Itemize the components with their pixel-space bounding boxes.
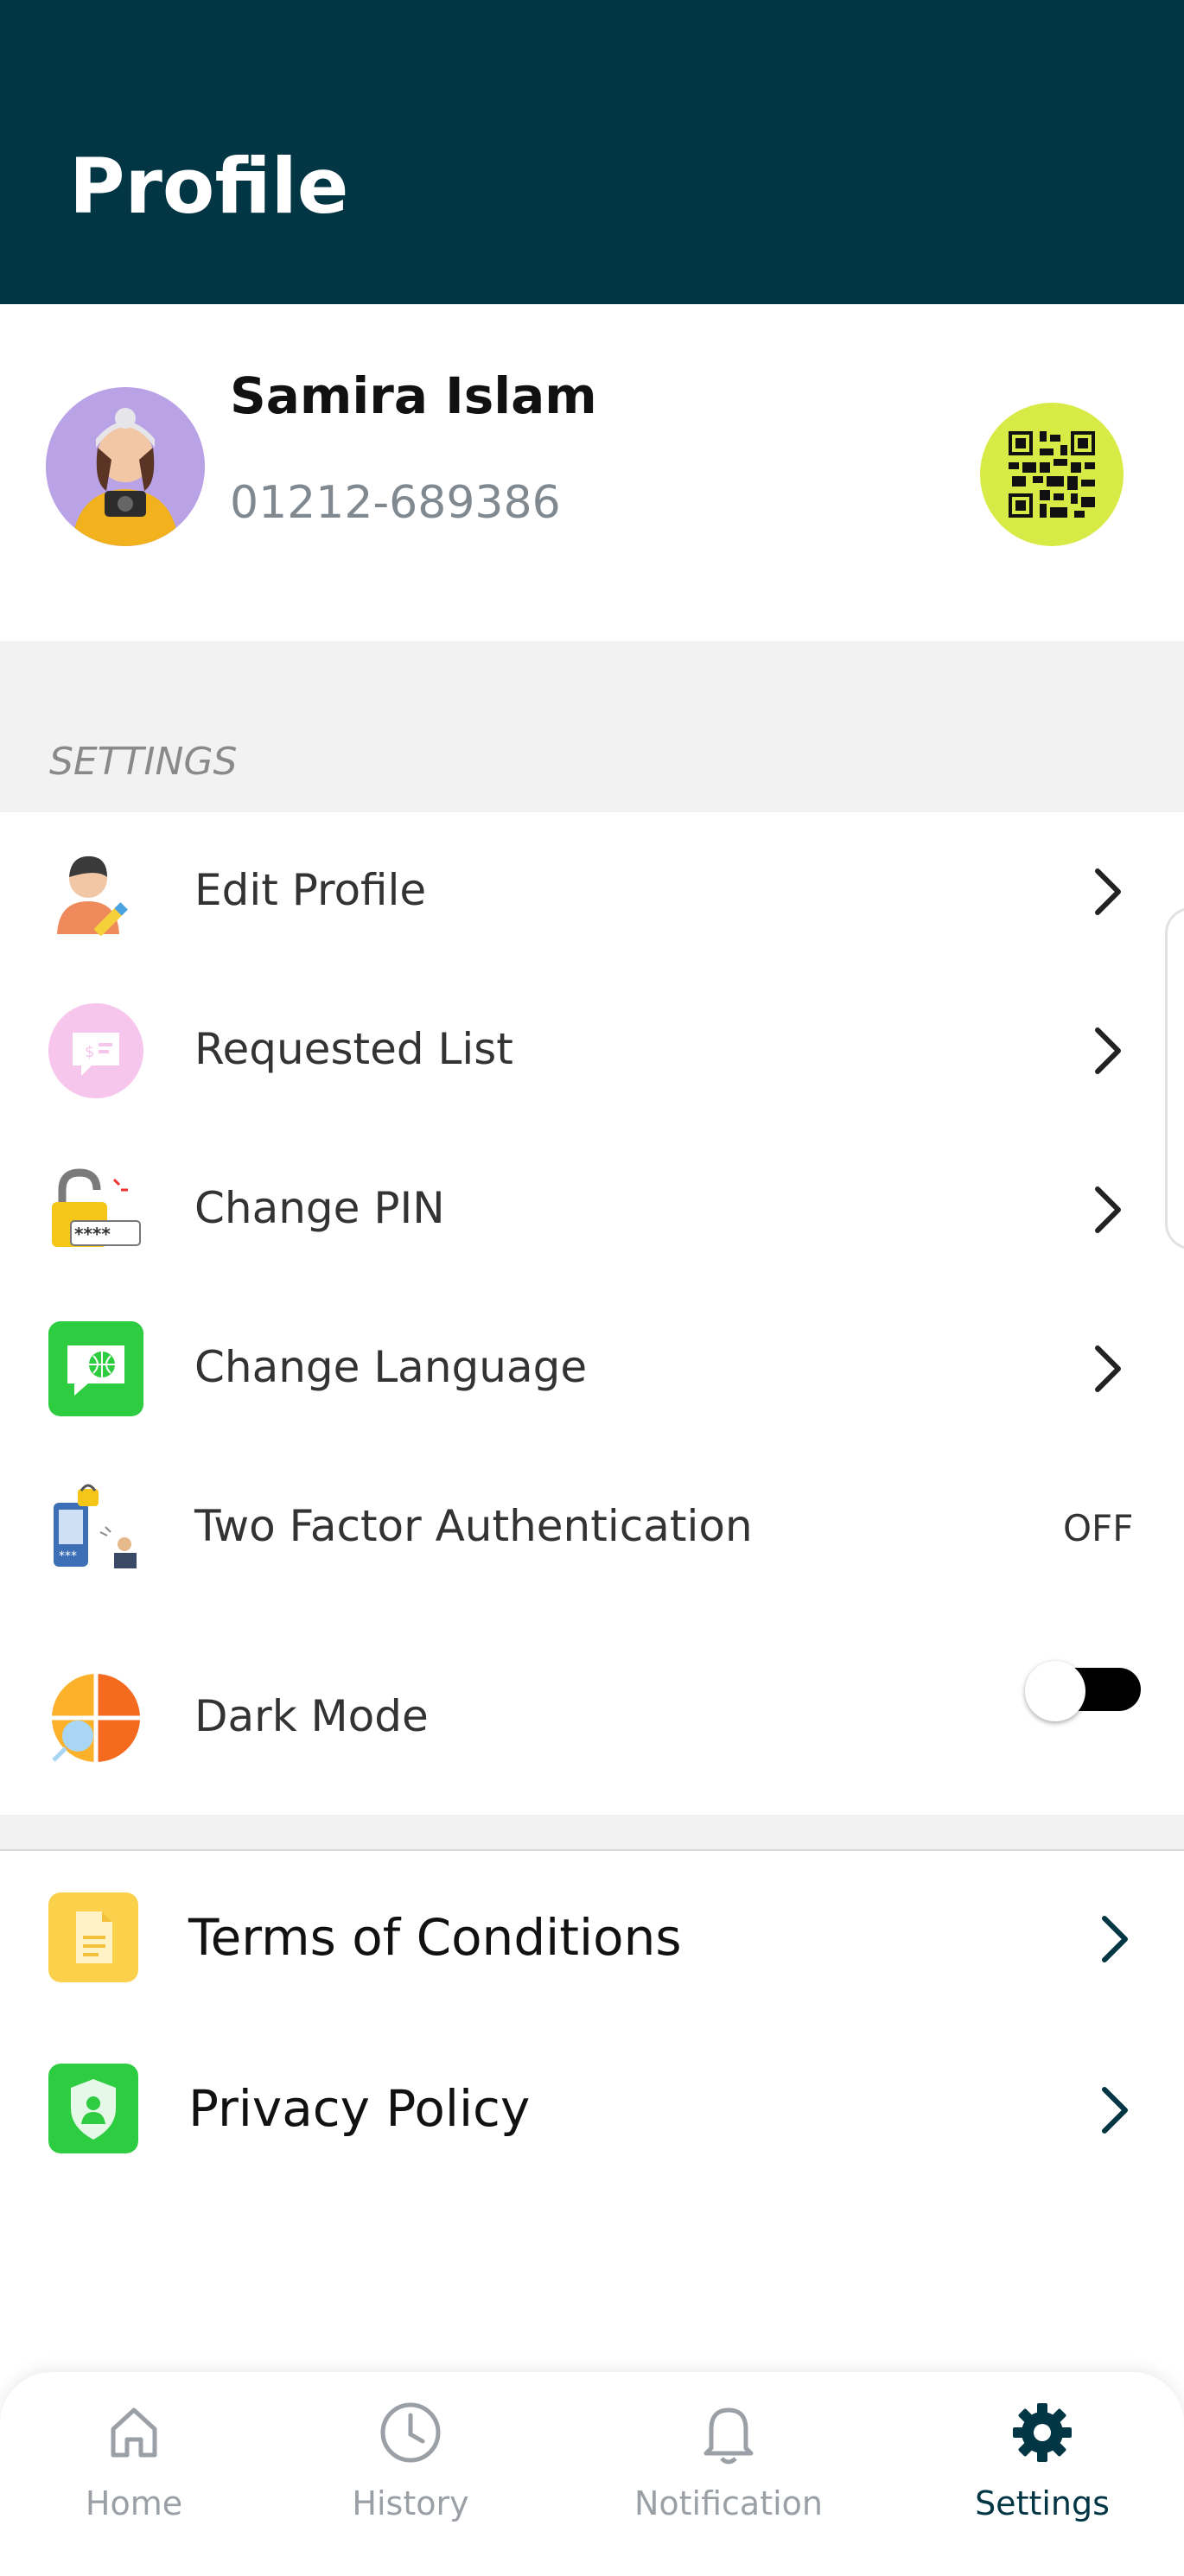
chevron-right-icon — [1095, 1345, 1121, 1392]
requested-list-label: Requested List — [194, 1024, 513, 1074]
svg-text:***: *** — [59, 1549, 77, 1563]
section-divider — [0, 641, 1184, 812]
nav-history[interactable]: History — [281, 2372, 540, 2576]
bottom-nav: Home History Notification Settings — [0, 2372, 1184, 2576]
svg-text:****: **** — [74, 1224, 111, 1244]
dark-mode-label: Dark Mode — [194, 1691, 429, 1741]
nav-notification-label: Notification — [633, 2484, 824, 2522]
two-factor-label: Two Factor Authentication — [194, 1501, 753, 1551]
qr-code-button[interactable] — [980, 403, 1124, 546]
change-language-row[interactable]: Change Language — [0, 1289, 1184, 1448]
two-factor-row[interactable]: *** Two Factor Authentication OFF — [0, 1448, 1184, 1607]
nav-notification[interactable]: Notification — [599, 2372, 858, 2576]
settings-menu: Edit Profile $ Requested List **** Chang… — [0, 812, 1184, 1815]
nav-history-label: History — [352, 2484, 469, 2522]
change-language-label: Change Language — [194, 1342, 588, 1392]
chevron-right-icon — [1095, 1027, 1121, 1074]
nav-home-label: Home — [85, 2484, 183, 2522]
terms-label: Terms of Conditions — [188, 1908, 682, 1967]
privacy-policy-row[interactable]: Privacy Policy — [0, 2022, 1184, 2195]
dark-mode-icon — [50, 1672, 142, 1764]
section-divider-2 — [0, 1815, 1184, 1851]
page-title: Profile — [69, 142, 349, 231]
edit-profile-label: Edit Profile — [194, 865, 427, 915]
dark-mode-row: Dark Mode — [0, 1638, 1184, 1797]
qr-code-icon — [1009, 431, 1095, 518]
change-pin-icon: **** — [52, 1168, 141, 1247]
edit-profile-icon — [57, 855, 128, 936]
chevron-right-icon — [1095, 1186, 1121, 1233]
user-phone: 01212-689386 — [230, 477, 561, 529]
home-icon — [111, 2407, 157, 2458]
svg-text:$: $ — [85, 1043, 94, 1061]
chevron-right-icon — [1102, 2087, 1128, 2134]
document-icon — [48, 1892, 138, 1982]
two-factor-icon: *** — [54, 1484, 137, 1568]
nav-settings-label: Settings — [975, 2484, 1110, 2522]
clock-icon — [380, 2402, 441, 2463]
requested-list-row[interactable]: $ Requested List — [0, 971, 1184, 1130]
terms-row[interactable]: Terms of Conditions — [0, 1851, 1184, 2024]
change-pin-row[interactable]: **** Change PIN — [0, 1130, 1184, 1289]
chevron-right-icon — [1095, 868, 1121, 915]
avatar[interactable] — [46, 387, 205, 546]
edit-profile-row[interactable]: Edit Profile — [0, 812, 1184, 971]
nav-home[interactable]: Home — [4, 2372, 264, 2576]
privacy-policy-label: Privacy Policy — [188, 2079, 531, 2138]
change-pin-label: Change PIN — [194, 1183, 445, 1233]
dark-mode-toggle[interactable] — [1025, 1661, 1148, 1721]
settings-section-label: SETTINGS — [49, 740, 238, 784]
gear-icon — [1013, 2403, 1072, 2462]
shield-icon — [48, 2064, 138, 2153]
requested-list-icon: $ — [48, 1003, 143, 1098]
chevron-right-icon — [1102, 1916, 1128, 1962]
profile-card[interactable]: Samira Islam 01212-689386 — [0, 304, 1184, 641]
user-name: Samira Islam — [230, 366, 597, 425]
side-drawer-handle[interactable] — [1165, 907, 1184, 1250]
bell-icon — [703, 2407, 754, 2465]
language-icon — [48, 1321, 143, 1416]
header: Profile — [0, 0, 1184, 304]
toggle-knob — [1025, 1661, 1085, 1721]
nav-settings[interactable]: Settings — [913, 2372, 1172, 2576]
two-factor-status: OFF — [1063, 1507, 1134, 1549]
